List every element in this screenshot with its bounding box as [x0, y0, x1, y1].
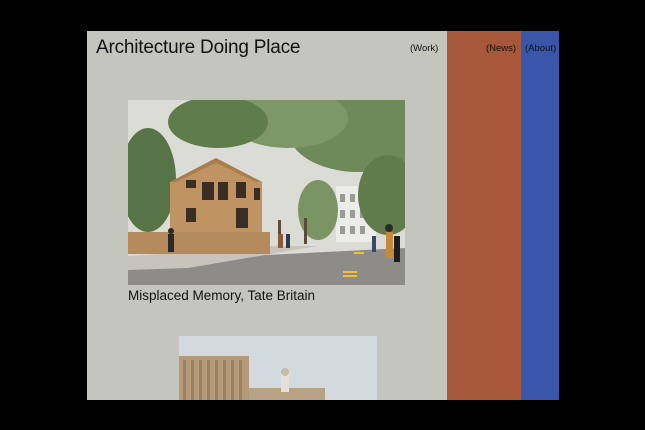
news-panel[interactable]: (News): [447, 31, 521, 400]
nav-news-link[interactable]: (News): [486, 43, 516, 54]
nav-about-link[interactable]: (About): [525, 43, 556, 54]
nav-work-link[interactable]: (Work): [410, 43, 438, 54]
work-panel: Architecture Doing Place (Work) Misplace…: [87, 31, 447, 400]
about-panel[interactable]: (About): [521, 31, 559, 400]
project-image-second[interactable]: [179, 336, 377, 400]
project-illustration-second: [179, 336, 377, 400]
project-illustration: [128, 100, 405, 285]
site-title[interactable]: Architecture Doing Place: [96, 37, 301, 59]
project-caption[interactable]: Misplaced Memory, Tate Britain: [128, 288, 315, 303]
site-frame: Architecture Doing Place (Work) Misplace…: [87, 31, 559, 400]
project-image-misplaced-memory[interactable]: [128, 100, 405, 285]
